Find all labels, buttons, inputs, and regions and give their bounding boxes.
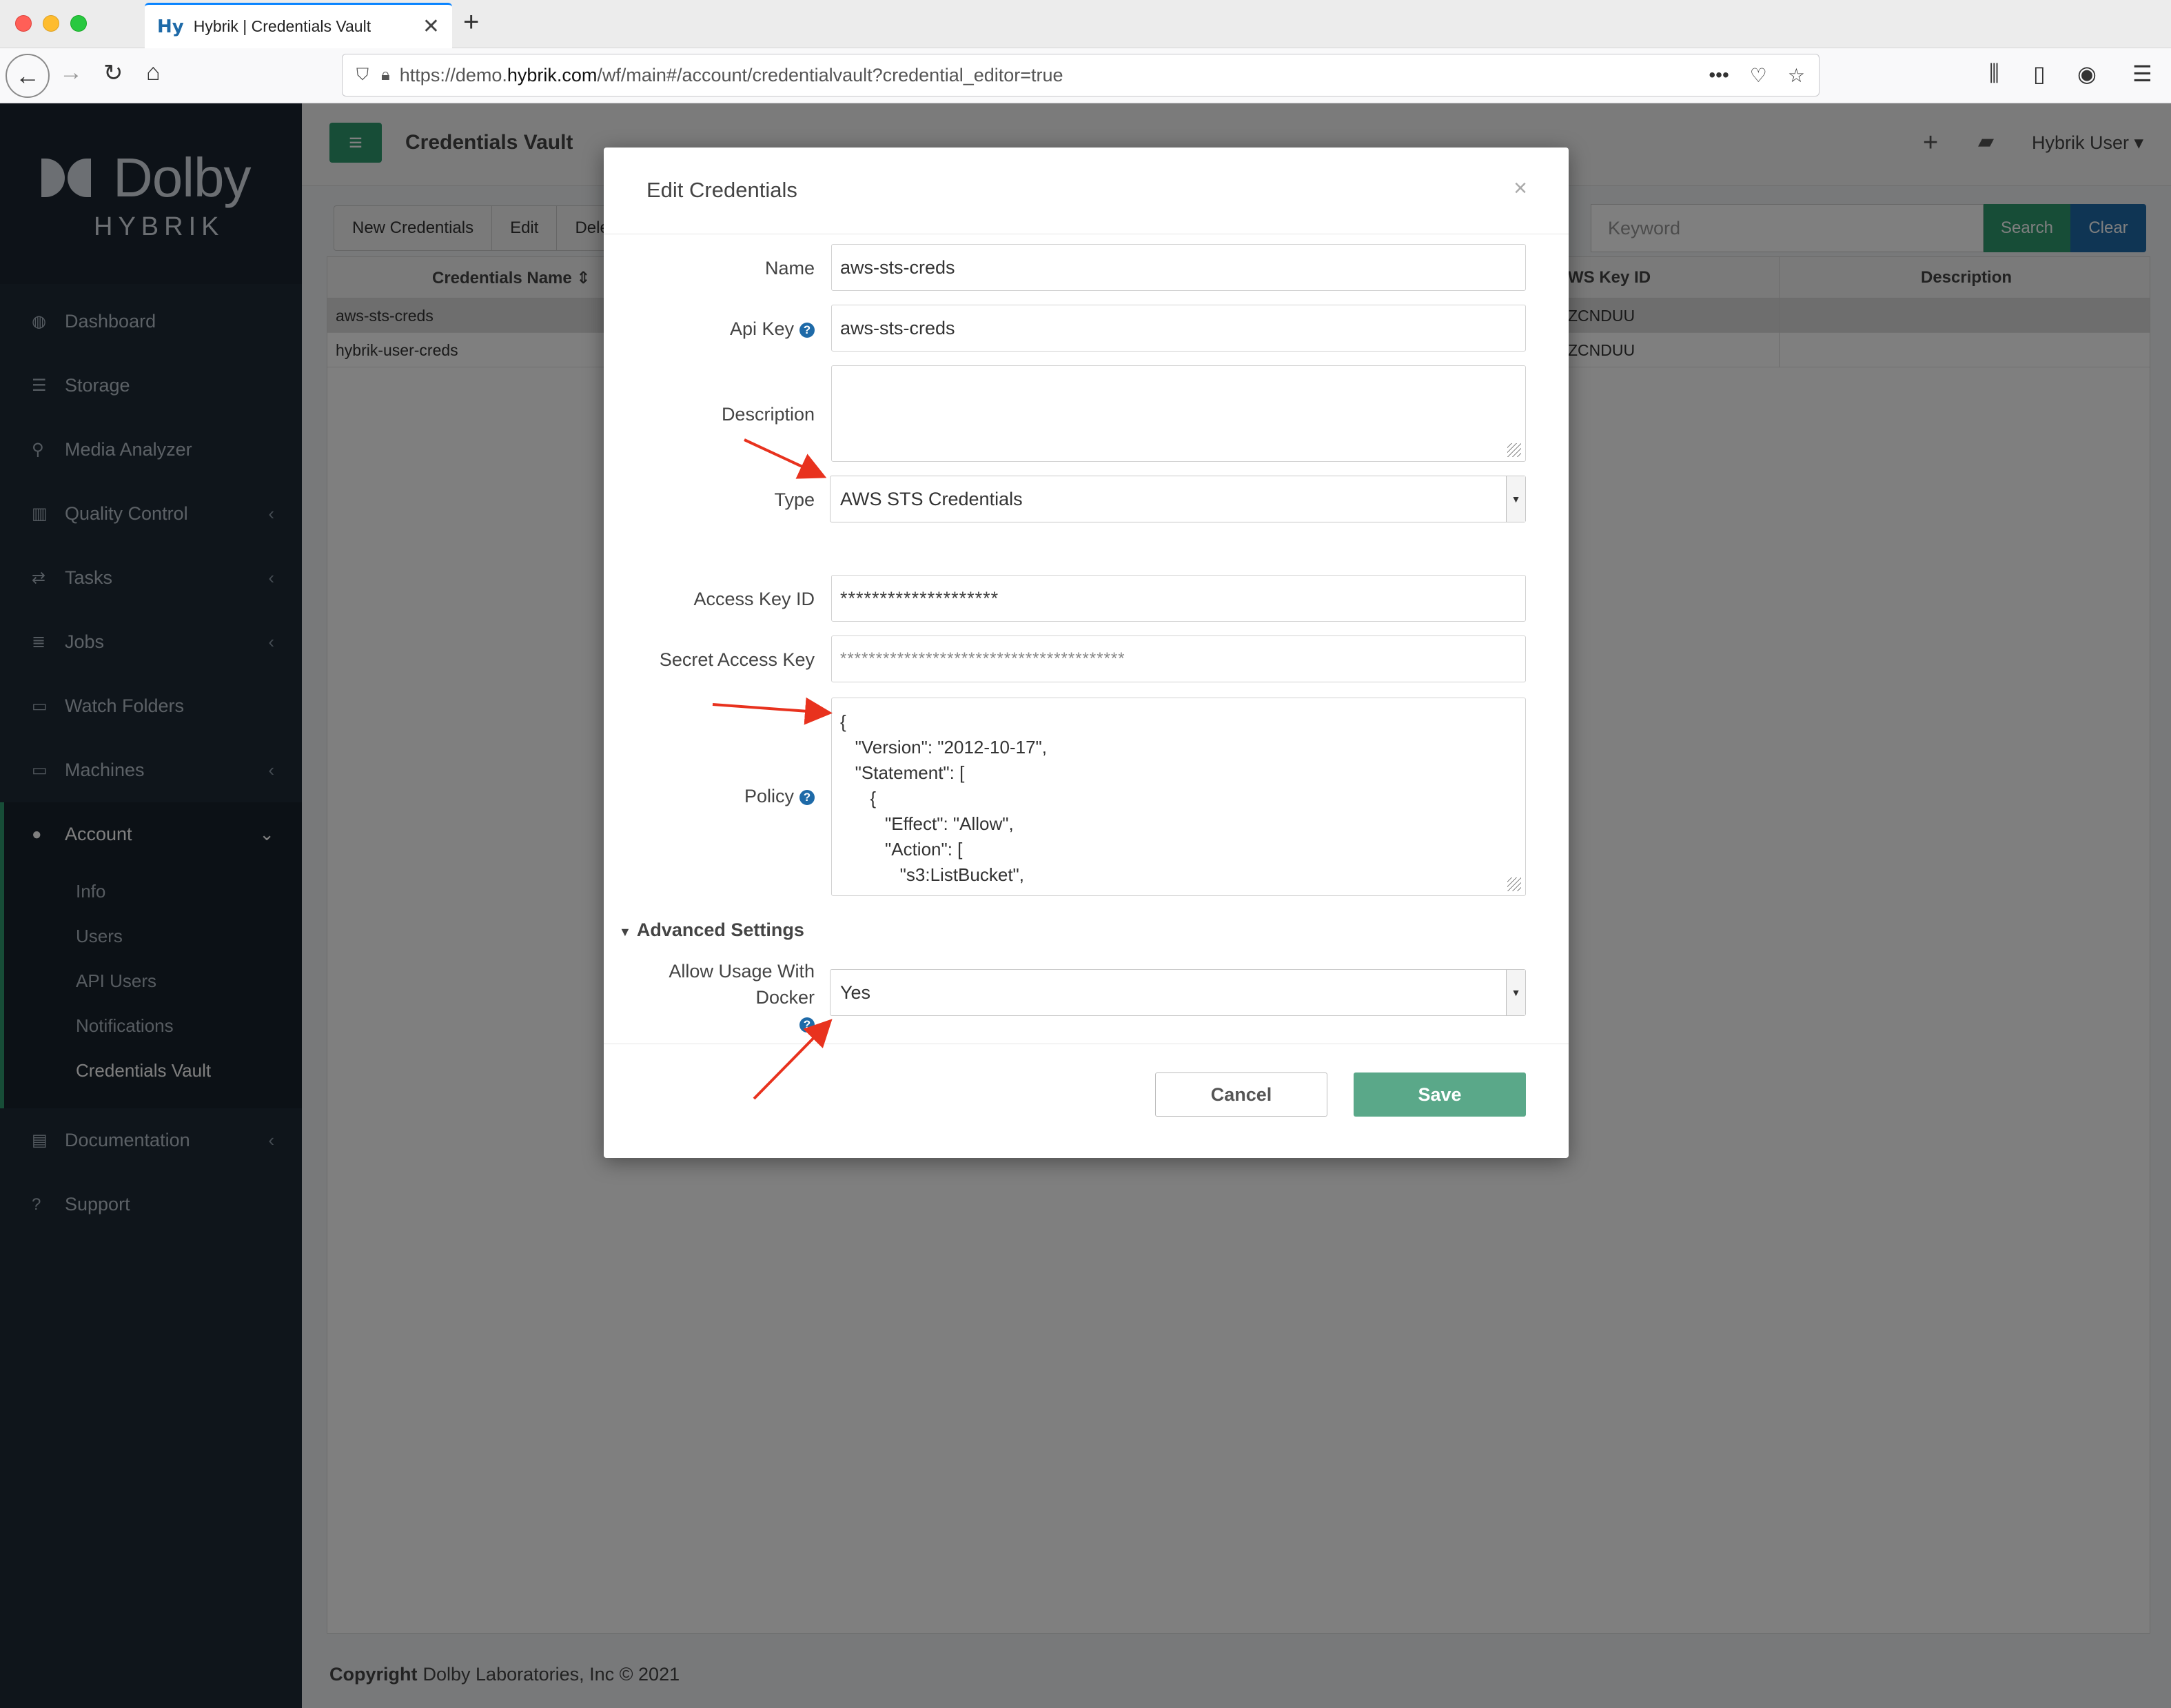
access-key-field[interactable]: ******************** <box>831 575 1526 622</box>
hybrik-favicon-icon: Hy <box>157 16 184 37</box>
api-key-label: Api Key? <box>730 318 815 340</box>
access-key-label: Access Key ID <box>693 589 815 609</box>
shield-icon[interactable]: ⛉ <box>356 65 369 85</box>
api-key-field[interactable]: aws-sts-creds <box>831 305 1526 352</box>
api-key-label-text: Api Key <box>729 318 794 339</box>
policy-line: { <box>840 711 846 732</box>
url-path: /wf/main#/account/credentialvault?creden… <box>597 64 1063 85</box>
advanced-settings-toggle[interactable]: ▼ Advanced Settings <box>619 919 804 941</box>
modal-title: Edit Credentials <box>646 178 797 202</box>
caret-down-icon: ▼ <box>619 925 631 939</box>
policy-line: "s3:ListBucket", <box>840 864 1024 885</box>
window-zoom-button[interactable] <box>70 15 87 32</box>
reload-icon[interactable]: ↻ <box>103 59 123 87</box>
docker-label: Allow Usage With Docker ? <box>669 958 815 1037</box>
back-arrow-icon[interactable]: ← <box>6 54 50 98</box>
resize-grip-icon[interactable] <box>1507 443 1521 457</box>
tab-close-icon[interactable]: ✕ <box>422 14 440 39</box>
window-minimize-button[interactable] <box>43 15 59 32</box>
url-bar[interactable]: ⛉ 🔒︎ https://demo.hybrik.com/wf/main#/ac… <box>342 54 1820 96</box>
library-icon[interactable]: ⫼ <box>1989 61 1999 87</box>
sidebar-toggle-icon[interactable]: ▯ <box>2033 61 2046 87</box>
hamburger-menu-icon[interactable]: ☰ <box>2132 61 2152 87</box>
help-icon[interactable]: ? <box>799 1017 815 1033</box>
docker-select-value: Yes <box>840 982 871 1003</box>
type-select-value: AWS STS Credentials <box>840 488 1023 509</box>
lock-icon[interactable]: 🔒︎ <box>381 65 390 85</box>
policy-line: "Effect": "Allow", <box>840 813 1014 834</box>
advanced-settings-label: Advanced Settings <box>636 919 804 940</box>
resize-grip-icon[interactable] <box>1507 877 1521 891</box>
policy-line: "Statement": [ <box>840 762 965 783</box>
tab-title: Hybrik | Credentials Vault <box>193 17 371 35</box>
browser-tab-active[interactable]: Hy Hybrik | Credentials Vault ✕ <box>145 3 452 48</box>
description-field[interactable] <box>831 365 1526 462</box>
name-label: Name <box>764 258 815 278</box>
policy-line: { <box>840 788 877 809</box>
caret-down-icon: ▼ <box>1506 476 1525 522</box>
policy-line: "Version": "2012-10-17", <box>840 737 1047 758</box>
close-icon[interactable]: × <box>1513 175 1527 202</box>
browser-tab-bar: Hy Hybrik | Credentials Vault ✕ + <box>0 0 2171 48</box>
help-icon[interactable]: ? <box>799 323 815 338</box>
home-icon[interactable]: ⌂ <box>146 59 161 86</box>
caret-down-icon: ▼ <box>1506 970 1525 1015</box>
save-button[interactable]: Save <box>1354 1072 1526 1117</box>
more-actions-icon[interactable]: ••• <box>1709 64 1729 86</box>
browser-nav-bar: ← → ↻ ⌂ ⛉ 🔒︎ https://demo.hybrik.com/wf/… <box>0 48 2171 103</box>
policy-line: "Action": [ <box>840 839 963 860</box>
name-field[interactable]: aws-sts-creds <box>831 244 1526 291</box>
help-icon[interactable]: ? <box>799 790 815 805</box>
new-tab-button[interactable]: + <box>463 7 479 38</box>
secret-key-label: Secret Access Key <box>659 649 815 670</box>
forward-arrow-icon[interactable]: → <box>59 59 83 86</box>
policy-label-text: Policy <box>744 786 794 806</box>
docker-label-line1: Allow Usage With <box>669 961 815 982</box>
secret-key-field[interactable]: **************************************** <box>831 636 1526 682</box>
type-label: Type <box>774 489 815 510</box>
url-prefix: https://demo. <box>399 64 507 85</box>
window-close-button[interactable] <box>15 15 32 32</box>
docker-select[interactable]: Yes ▼ <box>830 969 1526 1016</box>
url-domain: hybrik.com <box>507 64 598 85</box>
modal-header: Edit Credentials × <box>604 148 1569 234</box>
docker-label-line2: Docker <box>755 987 815 1008</box>
type-select[interactable]: AWS STS Credentials ▼ <box>830 476 1526 522</box>
pocket-icon[interactable]: ♡ <box>1750 64 1767 87</box>
policy-label: Policy? <box>744 786 815 807</box>
url-text[interactable]: https://demo.hybrik.com/wf/main#/account… <box>400 65 1689 86</box>
account-icon[interactable]: ◉ <box>2077 61 2097 87</box>
edit-credentials-modal: Edit Credentials × Name aws-sts-creds Ap… <box>604 148 1569 1158</box>
cancel-button[interactable]: Cancel <box>1155 1072 1327 1117</box>
bookmark-star-icon[interactable]: ☆ <box>1788 64 1805 87</box>
description-label: Description <box>721 404 815 425</box>
policy-textarea[interactable]: { "Version": "2012-10-17", "Statement": … <box>831 698 1526 896</box>
